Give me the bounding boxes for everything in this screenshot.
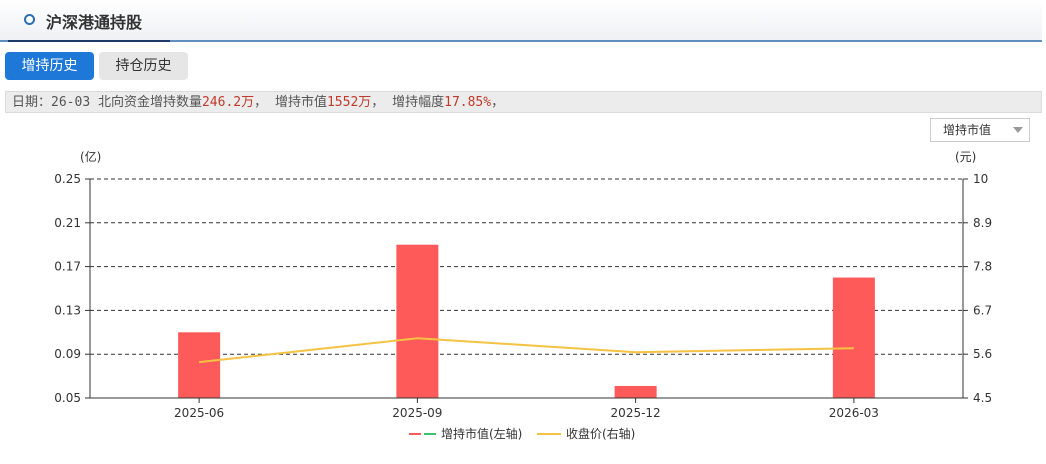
- left-axis-unit: (亿): [80, 149, 101, 164]
- tab-holding-history[interactable]: 持仓历史: [99, 52, 188, 80]
- right-axis-unit: (元): [955, 150, 976, 164]
- x-tick-label: 2025-06: [174, 406, 224, 420]
- right-tick-label: 6.7: [973, 303, 992, 317]
- right-tick-label: 7.8: [973, 260, 992, 274]
- separator: ，: [371, 95, 393, 110]
- circle-bullet-icon: [24, 14, 35, 25]
- metric-select[interactable]: 增持市值: [930, 118, 1030, 142]
- quantity-label: 北向资金增持数量: [90, 95, 202, 110]
- left-tick-label: 0.09: [54, 347, 81, 361]
- x-tick-label: 2025-09: [392, 406, 442, 420]
- range-value: 17.85%: [444, 95, 492, 110]
- left-tick-label: 0.05: [54, 391, 81, 405]
- right-tick-label: 10: [973, 172, 988, 186]
- close-price-line: [199, 337, 854, 364]
- bar: [396, 244, 439, 398]
- separator: ，: [491, 95, 505, 110]
- left-tick-label: 0.25: [54, 172, 81, 186]
- legend-bar-label: 增持市值(左轴): [441, 426, 522, 441]
- x-tick-label: 2025-12: [611, 406, 661, 420]
- right-tick-label: 8.9: [973, 216, 992, 230]
- info-bar: 日期：26-03 北向资金增持数量246.2万， 增持市值1552万， 增持幅度…: [5, 91, 1042, 113]
- chevron-down-icon: [1013, 127, 1023, 133]
- title-underline: [8, 40, 170, 42]
- section-title: 沪深港通持股: [46, 13, 143, 32]
- separator: ，: [254, 95, 275, 110]
- legend-line-label: 收盘价(右轴): [566, 426, 635, 441]
- bar: [178, 332, 221, 398]
- left-tick-label: 0.13: [54, 303, 81, 317]
- chart: (亿) (元) 0.25 10 0.21 8.9 0.17 7.8 0.13 6.7 0.09 5.6…: [54, 149, 992, 441]
- market-value-label: 增持市值: [274, 95, 327, 110]
- date-label: 日期：: [12, 95, 52, 110]
- market-value-value: 1552万: [326, 95, 372, 110]
- quantity-value: 246.2万: [201, 95, 255, 110]
- date-value: 26-03: [51, 95, 91, 110]
- metric-select-value: 增持市值: [943, 123, 992, 137]
- tab-increase-history[interactable]: 增持历史: [5, 52, 94, 80]
- bar: [832, 277, 875, 398]
- x-tick-label: 2026-03: [829, 406, 879, 420]
- bar: [614, 385, 657, 398]
- left-tick-label: 0.17: [54, 260, 81, 274]
- section-header: 沪深港通持股: [0, 0, 1042, 42]
- left-tick-label: 0.21: [54, 216, 81, 230]
- range-label: 增持幅度: [392, 95, 445, 110]
- right-tick-label: 4.5: [973, 391, 992, 405]
- right-tick-label: 5.6: [973, 347, 992, 361]
